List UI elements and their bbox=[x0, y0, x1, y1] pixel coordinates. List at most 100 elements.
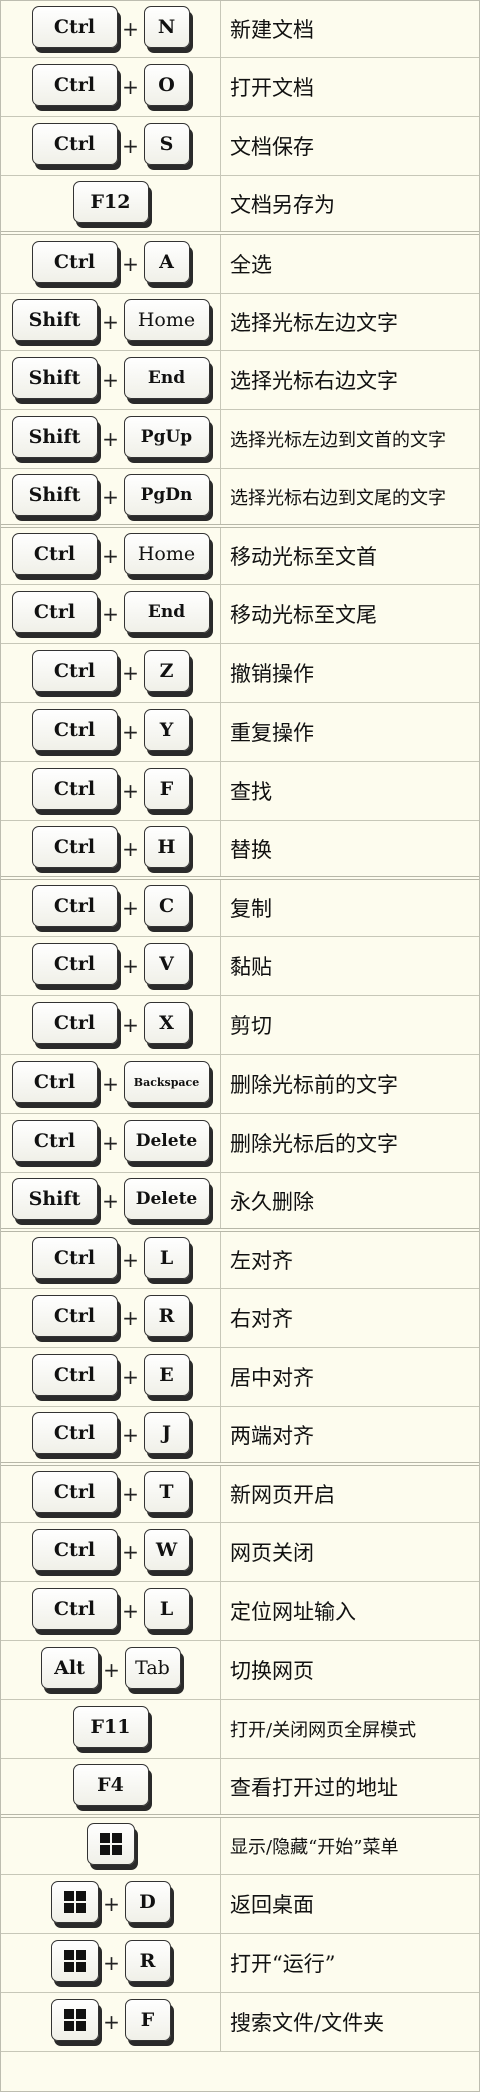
shortcut-row: Ctrl + C 复制 bbox=[1, 880, 479, 937]
plus-sign: + bbox=[122, 661, 139, 685]
key-combo: Ctrl + R bbox=[1, 1289, 221, 1347]
shortcut-row: F12 文档另存为 bbox=[1, 176, 479, 235]
keycap: Ctrl bbox=[11, 1120, 98, 1162]
plus-sign: + bbox=[122, 1599, 139, 1623]
keycap: T bbox=[143, 1471, 190, 1513]
shortcut-row: Ctrl + T 新网页开启 bbox=[1, 1466, 479, 1523]
keycap: L bbox=[143, 1237, 190, 1279]
key-combo: Ctrl + C bbox=[1, 880, 221, 936]
keycap: Home bbox=[123, 533, 210, 575]
shortcut-description: 打开“运行” bbox=[230, 1952, 336, 1976]
keycap: F4 bbox=[72, 1763, 149, 1806]
plus-sign: + bbox=[102, 368, 119, 392]
shortcut-description: 两端对齐 bbox=[230, 1423, 314, 1448]
key-combo: Ctrl + Y bbox=[1, 703, 221, 761]
shortcut-row: Ctrl + F 查找 bbox=[1, 762, 479, 821]
plus-sign: + bbox=[122, 896, 139, 920]
keycap: Delete bbox=[123, 1120, 210, 1162]
plus-sign: + bbox=[102, 1188, 119, 1213]
shortcut-row: F11 打开/关闭网页全屏模式 bbox=[1, 1700, 479, 1759]
shortcut-description: 选择光标右边文字 bbox=[230, 369, 398, 393]
key-combo: Ctrl + L bbox=[1, 1582, 221, 1640]
keycap: Ctrl bbox=[31, 825, 118, 868]
windows-logo-icon bbox=[86, 1823, 135, 1865]
shortcut-row: Ctrl + L 定位网址输入 bbox=[1, 1582, 479, 1641]
shortcut-row: + R 打开“运行” bbox=[1, 1934, 479, 1993]
keycap: Ctrl bbox=[31, 943, 118, 985]
keycap: Alt bbox=[40, 1647, 99, 1689]
shortcut-row: Ctrl + V 黏贴 bbox=[1, 937, 479, 996]
shortcut-row: Ctrl + N 新建文档 bbox=[1, 1, 479, 58]
key-combo: Ctrl + L bbox=[1, 1232, 221, 1288]
key-combo: Ctrl + X bbox=[1, 996, 221, 1054]
windows-logo-icon bbox=[99, 1833, 122, 1855]
shortcut-row: Ctrl + Z 撤销操作 bbox=[1, 644, 479, 703]
windows-logo-icon bbox=[63, 1950, 86, 1972]
shortcut-description: 打开/关闭网页全屏模式 bbox=[230, 1720, 417, 1741]
windows-logo-icon bbox=[63, 2009, 86, 2031]
keycap: F12 bbox=[72, 180, 149, 223]
key-combo: Shift + PgUp bbox=[1, 410, 221, 468]
key-combo: F12 bbox=[1, 176, 221, 231]
keycap: Shift bbox=[11, 1177, 98, 1220]
key-combo: Ctrl + H bbox=[1, 821, 221, 876]
shortcut-description: 定位网址输入 bbox=[230, 1600, 356, 1624]
plus-sign: + bbox=[102, 1072, 119, 1096]
keycap: End bbox=[123, 357, 210, 399]
keycap: D bbox=[124, 1881, 171, 1923]
keycap: Ctrl bbox=[31, 241, 118, 283]
keycap: PgDn bbox=[123, 473, 210, 516]
key-combo: Ctrl + J bbox=[1, 1407, 221, 1462]
shortcut-description: 右对齐 bbox=[230, 1307, 293, 1331]
plus-sign: + bbox=[103, 1892, 120, 1916]
shortcut-description: 剪切 bbox=[230, 1014, 272, 1038]
keycap: J bbox=[143, 1411, 190, 1454]
keycap: N bbox=[143, 6, 190, 48]
shortcut-row: Shift + PgDn 选择光标右边到文尾的文字 bbox=[1, 469, 479, 528]
plus-sign: + bbox=[103, 1951, 120, 1975]
shortcut-row: Alt + Tab 切换网页 bbox=[1, 1641, 479, 1700]
shortcut-description: 重复操作 bbox=[230, 721, 314, 745]
keycap: Ctrl bbox=[31, 650, 118, 692]
plus-sign: + bbox=[122, 779, 139, 803]
keycap: R bbox=[143, 1295, 190, 1337]
shortcut-description: 搜索文件/文件夹 bbox=[230, 2011, 385, 2035]
plus-sign: + bbox=[102, 427, 119, 451]
plus-sign: + bbox=[122, 836, 139, 861]
key-combo: Ctrl + T bbox=[1, 1466, 221, 1522]
shortcut-description: 复制 bbox=[230, 897, 272, 921]
keycap: Tab bbox=[124, 1647, 181, 1689]
shortcut-description: 删除光标前的文字 bbox=[230, 1073, 398, 1097]
key-combo: Ctrl + Backspace bbox=[1, 1055, 221, 1113]
shortcut-row: Shift + End 选择光标右边文字 bbox=[1, 351, 479, 410]
shortcut-row: Ctrl + W 网页关闭 bbox=[1, 1523, 479, 1582]
keycap: Ctrl bbox=[31, 1002, 118, 1044]
shortcut-description: 文档保存 bbox=[230, 135, 314, 159]
keycap: Ctrl bbox=[11, 591, 98, 633]
shortcut-row: Ctrl + S 文档保存 bbox=[1, 117, 479, 176]
shortcut-row: Ctrl + L 左对齐 bbox=[1, 1232, 479, 1289]
keycap: S bbox=[143, 123, 190, 165]
shortcut-description: 显示/隐藏“开始”菜单 bbox=[230, 1837, 399, 1858]
shortcut-row: Shift + Home 选择光标左边文字 bbox=[1, 294, 479, 351]
shortcut-row: Ctrl + H 替换 bbox=[1, 821, 479, 880]
shortcut-description: 替换 bbox=[230, 837, 272, 862]
shortcut-description: 查找 bbox=[230, 780, 272, 804]
plus-sign: + bbox=[102, 484, 119, 509]
keycap: Ctrl bbox=[11, 533, 98, 575]
keycap: Ctrl bbox=[31, 1411, 118, 1454]
plus-sign: + bbox=[103, 2010, 120, 2034]
plus-sign: + bbox=[122, 720, 139, 744]
keycap: Shift bbox=[11, 416, 98, 458]
shortcut-description: 删除光标后的文字 bbox=[230, 1132, 398, 1156]
shortcut-description: 打开文档 bbox=[230, 76, 314, 100]
shortcut-row: 显示/隐藏“开始”菜单 bbox=[1, 1818, 479, 1875]
keycap: Backspace bbox=[123, 1061, 210, 1103]
key-combo: Shift + Home bbox=[1, 294, 221, 350]
keycap: F11 bbox=[72, 1706, 149, 1748]
key-combo: Alt + Tab bbox=[1, 1641, 221, 1699]
shortcut-description: 选择光标左边到文首的文字 bbox=[230, 430, 446, 451]
shortcut-row: + D 返回桌面 bbox=[1, 1875, 479, 1934]
shortcut-row: Ctrl + End 移动光标至文尾 bbox=[1, 585, 479, 644]
key-combo: Ctrl + V bbox=[1, 937, 221, 995]
